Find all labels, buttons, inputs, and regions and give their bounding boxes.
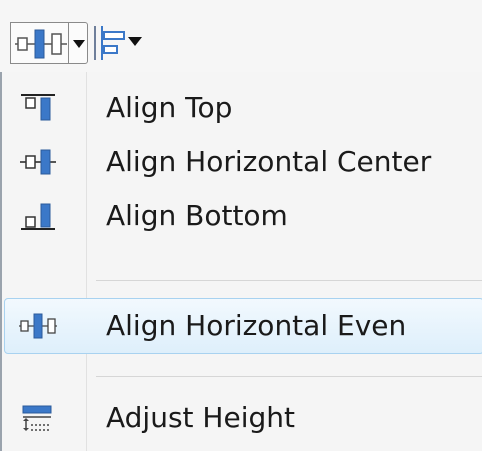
align-bottom-icon xyxy=(21,203,55,230)
menu-item-align-horizontal-center[interactable]: Align Horizontal Center xyxy=(4,134,482,190)
menu-item-label: Adjust Height xyxy=(106,401,295,434)
menu-item-label: Align Bottom xyxy=(106,199,288,232)
adjust-height-icon xyxy=(22,405,52,431)
menu-item-align-horizontal-even[interactable]: Align Horizontal Even xyxy=(4,298,482,354)
distribute-dropdown-button[interactable] xyxy=(68,22,88,64)
align-horizontal-even-icon xyxy=(15,29,67,59)
toolbar-separator xyxy=(94,26,96,60)
distribute-button[interactable] xyxy=(10,22,68,64)
chevron-down-icon[interactable] xyxy=(128,36,142,48)
menu-divider xyxy=(96,376,482,377)
menu-item-align-bottom[interactable]: Align Bottom xyxy=(4,188,482,244)
align-top-icon xyxy=(21,94,55,121)
menu-item-label: Align Horizontal Even xyxy=(106,309,407,342)
toolbar xyxy=(0,0,482,80)
menu-item-label: Align Top xyxy=(106,91,233,124)
menu-divider xyxy=(96,280,482,281)
menu-item-label: Align Horizontal Center xyxy=(106,145,432,178)
menu-item-align-top[interactable]: Align Top xyxy=(4,80,482,136)
align-horizontal-center-icon xyxy=(20,149,56,175)
menu-item-adjust-height[interactable]: Adjust Height xyxy=(4,390,482,446)
align-horizontal-even-icon xyxy=(19,313,57,339)
chevron-down-icon xyxy=(73,40,85,48)
align-left-icon[interactable] xyxy=(100,24,126,62)
align-dropdown-menu: Align Top Align Horizontal Center Align … xyxy=(0,72,482,451)
